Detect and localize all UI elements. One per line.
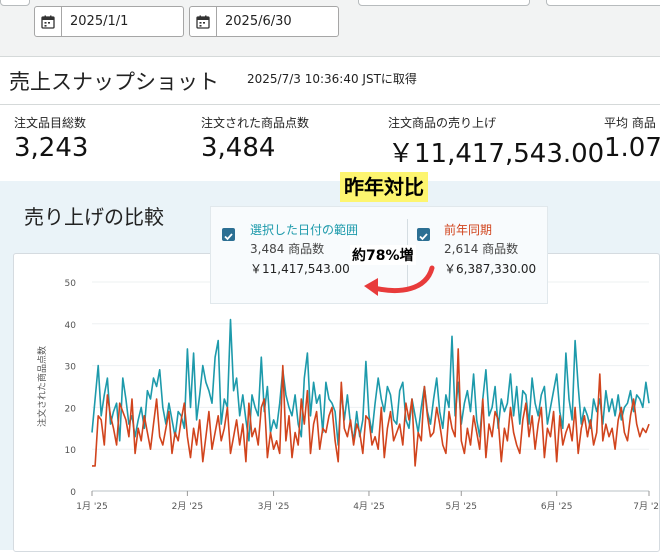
metric-value: ￥11,417,543.00 xyxy=(388,139,605,169)
check-icon xyxy=(419,233,428,241)
metric-label: 注文商品の売り上げ xyxy=(388,116,497,130)
end-date-value[interactable]: 2025/6/30 xyxy=(217,14,292,29)
toolbar-tab-left[interactable] xyxy=(0,0,30,6)
x-tick-label: 1月 '25 xyxy=(76,501,108,512)
metric-value: 3,243 xyxy=(14,133,89,163)
legend-sales-current: ￥11,417,543.00 xyxy=(250,262,350,276)
x-tick-label: 6月 '25 xyxy=(541,501,573,512)
x-tick-label: 4月 '25 xyxy=(353,501,385,512)
legend-count-previous: 2,614 商品数 xyxy=(444,242,519,256)
section-title: 売り上げの比較 xyxy=(24,205,164,229)
x-tick-label: 2月 '25 xyxy=(172,501,204,512)
legend-name-previous: 前年同期 xyxy=(444,223,493,237)
check-icon xyxy=(224,233,233,241)
metric-total-order-items: 注文品目総数 3,243 xyxy=(14,114,88,163)
page-title: 売上スナップショット xyxy=(9,70,219,94)
annotation-arrow-icon xyxy=(364,265,435,296)
divider xyxy=(0,56,660,57)
legend-count-current: 3,484 商品数 xyxy=(250,242,325,256)
metric-value: 3,484 xyxy=(201,133,276,163)
metric-average-units: 平均 商品 1.07 xyxy=(604,114,660,163)
y-tick-label: 20 xyxy=(65,404,77,414)
toolbar-tab-right[interactable] xyxy=(546,0,660,6)
legend-sales-previous: ￥6,387,330.00 xyxy=(444,262,537,276)
y-tick-label: 40 xyxy=(65,321,77,331)
legend-checkbox-previous[interactable] xyxy=(417,228,430,241)
toolbar-tab-middle[interactable] xyxy=(358,0,530,6)
x-tick-label: 7月 '25 xyxy=(633,501,659,512)
metric-units-ordered: 注文された商品点数 3,484 xyxy=(201,114,309,163)
y-tick-label: 30 xyxy=(65,363,77,373)
calendar-icon[interactable] xyxy=(190,7,217,36)
legend-name-current: 選択した日付の範囲 xyxy=(250,223,359,237)
y-tick-label: 0 xyxy=(70,488,76,498)
y-tick-label: 50 xyxy=(65,279,77,289)
metric-label: 注文された商品点数 xyxy=(201,116,310,130)
metric-value: 1.07 xyxy=(604,133,660,163)
start-date-value[interactable]: 2025/1/1 xyxy=(62,14,128,29)
calendar-icon[interactable] xyxy=(35,7,62,36)
start-date-field[interactable]: 2025/1/1 xyxy=(34,6,184,37)
end-date-field[interactable]: 2025/6/30 xyxy=(189,6,339,37)
x-tick-label: 3月 '25 xyxy=(258,501,290,512)
top-toolbar: 2025/1/1 2025/6/30 xyxy=(0,0,660,56)
y-axis-label: 注文された商品点数 xyxy=(36,346,48,427)
yoy-annotation-title: 昨年対比 xyxy=(340,172,428,202)
metric-ordered-sales: 注文商品の売り上げ ￥11,417,543.00 xyxy=(388,114,604,170)
divider xyxy=(0,104,660,105)
metric-label: 平均 商品 xyxy=(604,116,656,130)
legend-checkbox-current[interactable] xyxy=(222,228,235,241)
fetched-timestamp: 2025/7/3 10:36:40 JSTに取得 xyxy=(247,72,417,86)
metric-label: 注文品目総数 xyxy=(14,116,87,130)
x-tick-label: 5月 '25 xyxy=(446,501,478,512)
y-tick-label: 10 xyxy=(65,446,77,456)
